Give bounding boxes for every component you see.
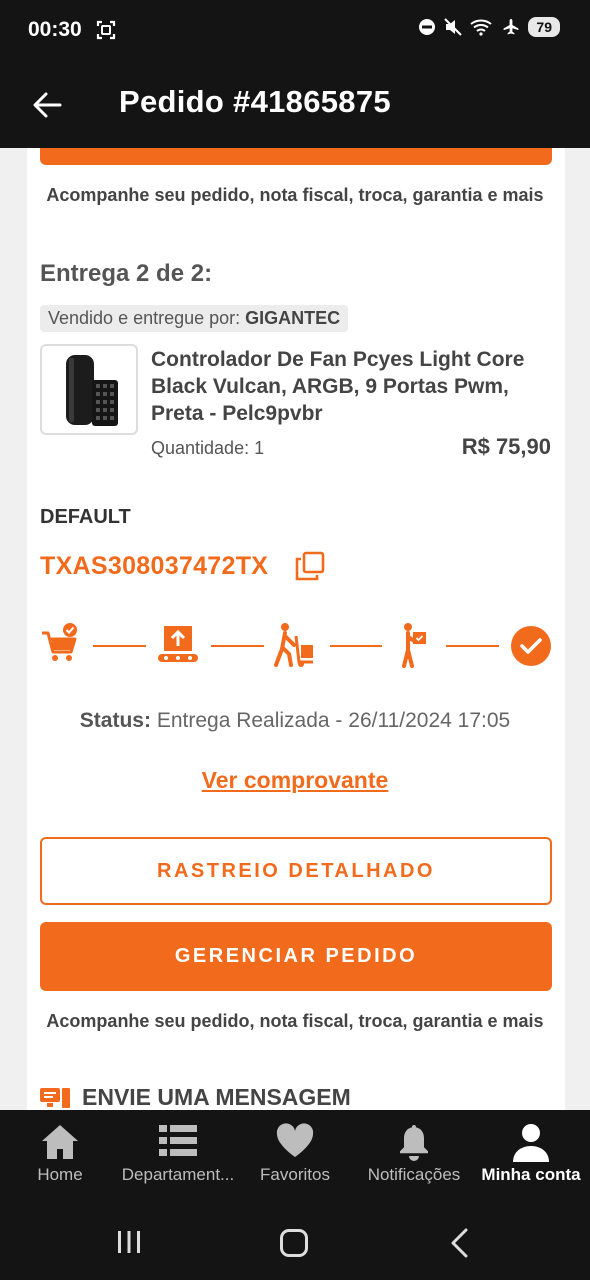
order-content[interactable]: Acompanhe seu pedido, nota fiscal, troca… [0, 148, 590, 1110]
step-connector [446, 645, 499, 647]
step-connector [330, 645, 382, 647]
nav-item-my-account[interactable]: Minha conta [476, 1110, 586, 1200]
mute-icon [444, 18, 463, 36]
seller-badge: Vendido e entregue por: GIGANTEC [40, 305, 349, 332]
check-circle-icon [511, 626, 551, 666]
product-price: R$ 75,90 [461, 434, 551, 459]
delivery-title: Entrega 2 de 2: [40, 260, 213, 287]
nav-item-departments[interactable]: Departament... [112, 1110, 244, 1200]
cart-check-icon [42, 623, 77, 661]
product-name[interactable]: Controlador De Fan Pcyes Light Core Blac… [151, 346, 551, 427]
app-bar: Pedido #41865875 [0, 62, 590, 148]
page-title: Pedido #41865875 [119, 84, 391, 119]
send-message-row[interactable]: ENVIE UMA MENSAGEM [40, 1084, 351, 1110]
carrier-name: DEFAULT [40, 506, 131, 528]
manage-order-button[interactable]: GERENCIAR PEDIDO [40, 922, 552, 991]
check-mark-icon [520, 638, 542, 654]
nav-item-home[interactable]: Home [20, 1110, 100, 1200]
person-cart-icon [274, 623, 313, 667]
package-conveyor-icon [158, 626, 198, 662]
bell-icon [400, 1125, 428, 1161]
bottom-navigation: Home Departament... Favoritos Notificaçõ… [0, 1110, 590, 1200]
user-icon [513, 1124, 549, 1162]
step-connector [93, 645, 146, 647]
list-icon [159, 1125, 197, 1156]
status-time: 00:30 [28, 18, 82, 41]
person-box-icon [402, 623, 426, 668]
helper-text: Acompanhe seu pedido, nota fiscal, troca… [46, 1011, 544, 1031]
system-home-button[interactable] [280, 1229, 308, 1257]
previous-helper-text: Acompanhe seu pedido, nota fiscal, troca… [46, 185, 544, 205]
tracking-code: TXAS308037472TX [40, 552, 269, 580]
airplane-icon [504, 19, 519, 35]
seller-name: GIGANTEC [245, 308, 341, 328]
battery-indicator: 79 [528, 17, 560, 37]
heart-icon [276, 1123, 314, 1157]
home-icon [42, 1125, 78, 1159]
step-connector [211, 645, 264, 647]
product-quantity: Quantidade: 1 [151, 438, 265, 458]
detailed-tracking-button[interactable]: RASTREIO DETALHADO [40, 837, 552, 905]
send-message-label: ENVIE UMA MENSAGEM [82, 1084, 351, 1110]
product-image[interactable] [40, 344, 138, 435]
nav-item-notifications[interactable]: Notificações [358, 1110, 470, 1200]
system-navigation [0, 1200, 590, 1280]
message-computer-icon [40, 1087, 70, 1108]
fan-controller-image [66, 355, 118, 426]
recents-icon[interactable] [116, 1230, 142, 1254]
screenshot-icon [96, 20, 116, 40]
delivery-status: Status: Entrega Realizada - 26/11/2024 1… [79, 709, 511, 732]
nav-item-favorites[interactable]: Favoritos [250, 1110, 340, 1200]
arrow-left-icon[interactable] [30, 88, 64, 122]
previous-manage-button[interactable] [40, 148, 552, 165]
view-receipt-link[interactable]: Ver comprovante [0, 767, 590, 794]
system-back-icon[interactable] [448, 1228, 470, 1258]
dnd-icon [419, 19, 436, 35]
copy-icon[interactable] [294, 550, 326, 582]
status-bar: 00:30 79 [0, 0, 590, 62]
wifi-icon [470, 19, 493, 36]
